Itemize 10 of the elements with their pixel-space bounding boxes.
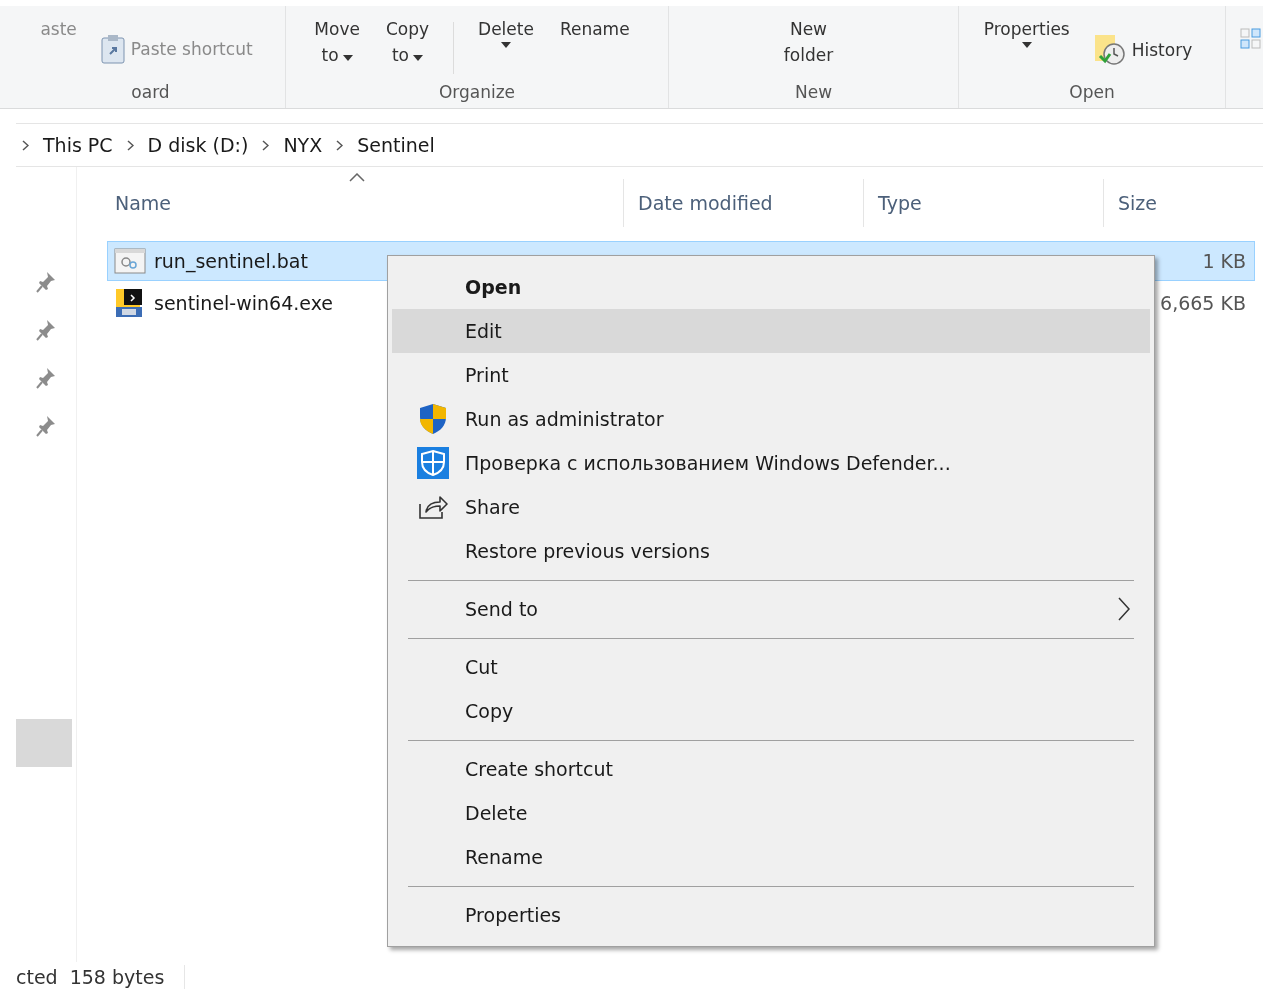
ribbon-group-label: oard (131, 81, 170, 104)
file-size: 1 KB (1202, 250, 1246, 272)
ribbon-group-label: Open (1069, 81, 1115, 104)
file-name: sentinel-win64.exe (154, 292, 333, 314)
ribbon-group-label: New (794, 81, 833, 104)
status-text: 158 bytes (69, 966, 165, 988)
file-size: 6,665 KB (1160, 292, 1246, 314)
file-name: run_sentinel.bat (154, 250, 308, 272)
ribbon-group-label: Organize (438, 81, 516, 104)
status-text: cted (16, 966, 58, 988)
